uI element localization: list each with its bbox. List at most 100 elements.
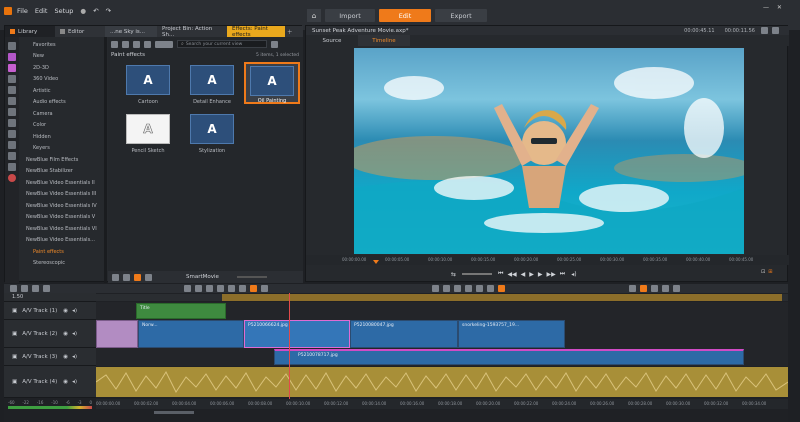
nav-item[interactable]: Camera [21, 108, 103, 120]
title-clip[interactable]: Title [136, 303, 226, 319]
nav-item[interactable]: Favorites [21, 39, 103, 51]
transition-icon[interactable] [8, 152, 16, 160]
video-preview[interactable] [354, 48, 744, 254]
pip-icon[interactable]: ⊡ [761, 269, 765, 275]
mix-icon[interactable] [443, 285, 450, 292]
nav-item[interactable]: NewBlue Video Essentials II [21, 177, 103, 189]
import-mode-button[interactable]: Import [325, 9, 375, 22]
smartmovie-label[interactable]: SmartMovie [186, 274, 219, 280]
menu-edit[interactable]: Edit [35, 7, 48, 15]
minimize-icon[interactable]: — [763, 4, 769, 11]
fx-icon[interactable] [8, 75, 16, 83]
nav-item[interactable]: Stereoscopic [21, 258, 103, 270]
step-forward-icon[interactable]: ▶▶ [547, 271, 556, 278]
color-icon[interactable] [250, 285, 257, 292]
track-header[interactable]: ▣ A/V Track (1) ◉ ◂) [4, 302, 96, 320]
tab-sky[interactable]: ...ne Sky is... [105, 26, 157, 37]
text-icon[interactable] [8, 108, 16, 116]
zoom-out-icon[interactable] [629, 285, 636, 292]
playhead-marker[interactable] [373, 260, 379, 264]
timeline-scrollbar[interactable] [154, 411, 194, 414]
effect-item-oil-painting[interactable]: A Oil Painting [244, 62, 300, 104]
music-icon[interactable] [8, 97, 16, 105]
nav-item[interactable]: NewBlue Video Essentials... [21, 235, 103, 247]
zoom-in-icon[interactable] [651, 285, 658, 292]
lock-icon[interactable]: ▣ [12, 331, 17, 337]
tab-library[interactable]: Library [5, 26, 55, 37]
zoom-slider[interactable] [236, 276, 267, 278]
home-button[interactable]: ⌂ [307, 9, 321, 22]
nav-item[interactable]: NewBlue Video Essentials VI [21, 223, 103, 235]
video-clip[interactable] [96, 320, 138, 348]
speaker-icon[interactable]: ◂) [72, 308, 77, 314]
video-clip[interactable]: snorkeling-1593757_19... [458, 320, 565, 348]
track-lane-2[interactable]: Norw... P5210066624.jpg P5210080047.jpg … [96, 320, 788, 348]
tab-timeline[interactable]: Timeline [358, 35, 410, 46]
color-wheel-icon[interactable] [8, 53, 16, 61]
volume-toggle-icon[interactable] [32, 285, 39, 292]
nav-scrollbar[interactable] [104, 37, 107, 283]
image-icon[interactable] [8, 141, 16, 149]
motion-icon[interactable] [498, 285, 505, 292]
tab-source[interactable]: Source [306, 35, 358, 46]
eye-icon[interactable]: ◉ [63, 354, 68, 360]
menu-setup[interactable]: Setup [54, 7, 73, 15]
record-icon[interactable] [8, 174, 16, 182]
lock-icon[interactable]: ▣ [12, 379, 17, 385]
edit-mode-button[interactable]: Edit [379, 9, 431, 22]
track-lane-1[interactable]: Title [96, 302, 788, 320]
effect-item-cartoon[interactable]: A Cartoon [118, 65, 178, 105]
play-icon[interactable]: ▶ [529, 271, 534, 278]
3d-icon[interactable] [144, 40, 151, 48]
nav-item[interactable]: NewBlue Stabilizer [21, 166, 103, 178]
timeline-view-icon[interactable] [673, 285, 680, 292]
loop-icon[interactable]: ⇆ [451, 271, 456, 278]
tab-effects-paint[interactable]: Effects: Paint effects [227, 26, 285, 38]
fit-icon[interactable] [640, 285, 647, 292]
redo-icon[interactable]: ↷ [106, 7, 111, 15]
export-mode-button[interactable]: Export [435, 9, 487, 22]
track-header[interactable]: ▣ A/V Track (4) ◉ ◂) [4, 366, 96, 398]
folder-icon[interactable] [123, 273, 130, 281]
safe-area-icon[interactable]: ⊞ [768, 269, 772, 275]
disc-icon[interactable] [8, 130, 16, 138]
video-clip-selected[interactable]: P5210066624.jpg [244, 320, 350, 348]
storyboard-icon[interactable] [662, 285, 669, 292]
nav-item[interactable]: New [21, 51, 103, 63]
nav-item[interactable]: Hidden [21, 131, 103, 143]
help-icon[interactable]: ● [80, 7, 86, 15]
frame-back-icon[interactable]: ◀ [521, 271, 526, 278]
speed-icon[interactable] [261, 285, 268, 292]
link-icon[interactable] [239, 285, 246, 292]
tab-project-bin[interactable]: Project Bin: Action Sh... [157, 26, 227, 38]
list-view-icon[interactable] [145, 273, 152, 281]
video-clip[interactable]: P5210080047.jpg [350, 320, 458, 348]
video-clip[interactable]: P5210078717.jpg [274, 349, 744, 365]
camera-icon[interactable] [8, 119, 16, 127]
nav-item[interactable]: NewBlue Video Essentials III [21, 189, 103, 201]
effect-item-stylization[interactable]: A Stylization [182, 114, 242, 154]
audio-clip[interactable] [96, 367, 788, 397]
tab-editor[interactable]: Editor [55, 26, 105, 37]
go-end-icon[interactable]: ⏭ [560, 270, 565, 278]
camera-cap-icon[interactable] [465, 285, 472, 292]
video-clip[interactable]: Norw... [138, 320, 244, 348]
view-mode-icon[interactable] [134, 273, 141, 281]
search-settings-icon[interactable] [271, 40, 278, 48]
paint-icon[interactable] [432, 285, 439, 292]
info-icon[interactable] [43, 285, 50, 292]
step-back-icon[interactable]: ◀◀ [507, 271, 516, 278]
eye-icon[interactable]: ◉ [63, 308, 68, 314]
nav-item-selected[interactable]: Paint effects [21, 246, 103, 258]
volume-icon[interactable]: ◂) [571, 271, 576, 278]
tab-add-button[interactable]: ＋ [285, 26, 295, 37]
lock-icon[interactable]: ▣ [12, 354, 17, 360]
delete-icon[interactable] [217, 285, 224, 292]
lock-icon[interactable]: ▣ [12, 308, 17, 314]
nav-item[interactable]: Color [21, 120, 103, 132]
text-tool-icon[interactable] [206, 285, 213, 292]
nav-item[interactable]: 360 Video [21, 74, 103, 86]
timeline-ruler[interactable]: 00:00:00.00 00:00:02.00 00:00:04.00 00:0… [96, 399, 788, 409]
shuttle-slider[interactable] [462, 273, 493, 275]
marker-icon[interactable] [184, 285, 191, 292]
